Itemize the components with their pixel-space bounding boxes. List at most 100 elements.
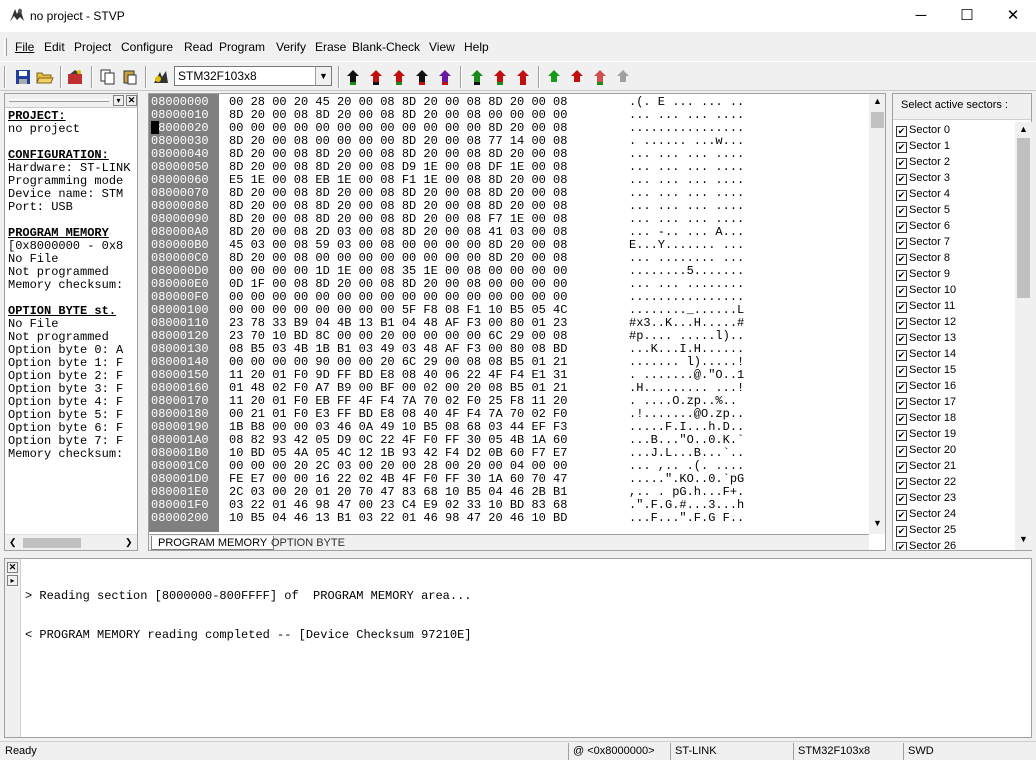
sector-item[interactable]: ✔ Sector 9 bbox=[896, 266, 950, 282]
read-data-icon[interactable] bbox=[434, 66, 456, 88]
sector-checkbox[interactable]: ✔ bbox=[896, 478, 907, 489]
sector-item[interactable]: ✔ Sector 11 bbox=[896, 298, 955, 314]
verify-all-icon[interactable] bbox=[543, 66, 565, 88]
sector-checkbox[interactable]: ✔ bbox=[896, 430, 907, 441]
sector-item[interactable]: ✔ Sector 5 bbox=[896, 202, 950, 218]
program-icon[interactable] bbox=[489, 66, 511, 88]
menu-file[interactable]: File bbox=[15, 40, 34, 54]
sector-item[interactable]: ✔ Sector 8 bbox=[896, 250, 950, 266]
sector-item[interactable]: ✔ Sector 1 bbox=[896, 138, 950, 154]
sector-checkbox[interactable]: ✔ bbox=[896, 222, 907, 233]
sector-checkbox[interactable]: ✔ bbox=[896, 142, 907, 153]
memory-hex-bytes[interactable]: 10 B5 04 46 13 B1 03 22 01 46 98 47 20 4… bbox=[229, 512, 567, 525]
sector-checkbox[interactable]: ✔ bbox=[896, 366, 907, 377]
sector-checkbox[interactable]: ✔ bbox=[896, 334, 907, 345]
chevron-down-icon[interactable]: ▼ bbox=[315, 67, 331, 85]
panel-menu-icon[interactable]: ▾ bbox=[113, 95, 124, 106]
menu-blank-check[interactable]: Blank-Check bbox=[352, 40, 420, 54]
read-icon[interactable] bbox=[365, 66, 387, 88]
verify-icon[interactable] bbox=[566, 66, 588, 88]
sector-checkbox[interactable]: ✔ bbox=[896, 398, 907, 409]
project-icon[interactable] bbox=[65, 66, 87, 88]
horizontal-scrollbar[interactable]: ❮ ❯ bbox=[5, 534, 137, 550]
sector-item[interactable]: ✔ Sector 17 bbox=[896, 394, 956, 410]
sector-item[interactable]: ✔ Sector 25 bbox=[896, 522, 956, 538]
scroll-up-icon[interactable]: ▲ bbox=[1019, 124, 1028, 134]
sector-item[interactable]: ✔ Sector 22 bbox=[896, 474, 956, 490]
sector-checkbox[interactable]: ✔ bbox=[896, 542, 907, 550]
sector-item[interactable]: ✔ Sector 23 bbox=[896, 490, 956, 506]
sector-checkbox[interactable]: ✔ bbox=[896, 126, 907, 137]
menu-erase[interactable]: Erase bbox=[315, 40, 346, 54]
sector-checkbox[interactable]: ✔ bbox=[896, 286, 907, 297]
sector-checkbox[interactable]: ✔ bbox=[896, 446, 907, 457]
sector-item[interactable]: ✔ Sector 24 bbox=[896, 506, 956, 522]
sector-item[interactable]: ✔ Sector 7 bbox=[896, 234, 950, 250]
maximize-button[interactable]: ☐ bbox=[944, 0, 990, 32]
sector-checkbox[interactable]: ✔ bbox=[896, 302, 907, 313]
menu-help[interactable]: Help bbox=[464, 40, 489, 54]
program-current-icon[interactable] bbox=[512, 66, 534, 88]
scroll-down-icon[interactable]: ▼ bbox=[1019, 534, 1028, 544]
sector-item[interactable]: ✔ Sector 6 bbox=[896, 218, 950, 234]
close-button[interactable]: ✕ bbox=[990, 0, 1036, 32]
sector-checkbox[interactable]: ✔ bbox=[896, 206, 907, 217]
sector-checkbox[interactable]: ✔ bbox=[896, 158, 907, 169]
sector-item[interactable]: ✔ Sector 0 bbox=[896, 122, 950, 138]
sector-item[interactable]: ✔ Sector 4 bbox=[896, 186, 950, 202]
sector-item[interactable]: ✔ Sector 12 bbox=[896, 314, 956, 330]
sector-checkbox[interactable]: ✔ bbox=[896, 238, 907, 249]
read-program-icon[interactable] bbox=[388, 66, 410, 88]
sector-checkbox[interactable]: ✔ bbox=[896, 174, 907, 185]
sector-checkbox[interactable]: ✔ bbox=[896, 350, 907, 361]
scroll-thumb[interactable] bbox=[23, 538, 81, 548]
sector-item[interactable]: ✔ Sector 19 bbox=[896, 426, 956, 442]
vertical-scrollbar[interactable]: ▲ ▼ bbox=[1015, 122, 1032, 550]
tab-option-byte[interactable]: OPTION BYTE bbox=[265, 536, 351, 550]
sector-checkbox[interactable]: ✔ bbox=[896, 382, 907, 393]
menu-project[interactable]: Project bbox=[74, 40, 111, 54]
save-icon[interactable] bbox=[12, 66, 34, 88]
minimize-button[interactable]: ─ bbox=[898, 0, 944, 32]
sector-checkbox[interactable]: ✔ bbox=[896, 414, 907, 425]
sector-item[interactable]: ✔ Sector 21 bbox=[896, 458, 956, 474]
scroll-left-icon[interactable]: ❮ bbox=[9, 537, 17, 548]
menu-verify[interactable]: Verify bbox=[276, 40, 306, 54]
read-option-icon[interactable] bbox=[411, 66, 433, 88]
sector-checkbox[interactable]: ✔ bbox=[896, 462, 907, 473]
program-all-icon[interactable] bbox=[466, 66, 488, 88]
scroll-up-icon[interactable]: ▲ bbox=[873, 96, 882, 106]
open-icon[interactable] bbox=[34, 66, 56, 88]
device-select[interactable]: STM32F103x8 ▼ bbox=[174, 66, 332, 86]
tab-program-memory[interactable]: PROGRAM MEMORY bbox=[151, 536, 275, 550]
panel-menu-icon[interactable]: ▸ bbox=[7, 575, 18, 586]
sector-item[interactable]: ✔ Sector 18 bbox=[896, 410, 956, 426]
sector-checkbox[interactable]: ✔ bbox=[896, 494, 907, 505]
scroll-thumb[interactable] bbox=[1017, 138, 1030, 298]
menu-view[interactable]: View bbox=[429, 40, 455, 54]
sector-checkbox[interactable]: ✔ bbox=[896, 318, 907, 329]
menu-program[interactable]: Program bbox=[219, 40, 265, 54]
sector-checkbox[interactable]: ✔ bbox=[896, 254, 907, 265]
sector-checkbox[interactable]: ✔ bbox=[896, 526, 907, 537]
sector-item[interactable]: ✔ Sector 13 bbox=[896, 330, 956, 346]
copy-icon[interactable] bbox=[97, 66, 119, 88]
sector-item[interactable]: ✔ Sector 26 bbox=[896, 538, 956, 550]
sector-item[interactable]: ✔ Sector 20 bbox=[896, 442, 956, 458]
read-all-icon[interactable] bbox=[342, 66, 364, 88]
sector-checkbox[interactable]: ✔ bbox=[896, 510, 907, 521]
sector-item[interactable]: ✔ Sector 14 bbox=[896, 346, 956, 362]
menu-read[interactable]: Read bbox=[184, 40, 213, 54]
verify-current-icon[interactable] bbox=[589, 66, 611, 88]
memory-hex-view[interactable]: 08000000 00 28 00 20 45 20 00 08 8D 20 00… bbox=[148, 93, 886, 551]
scroll-down-icon[interactable]: ▼ bbox=[873, 518, 882, 528]
panel-close-icon[interactable]: ✕ bbox=[126, 95, 137, 106]
vertical-scrollbar[interactable]: ▲ ▼ bbox=[869, 94, 885, 534]
sector-item[interactable]: ✔ Sector 10 bbox=[896, 282, 956, 298]
sector-checkbox[interactable]: ✔ bbox=[896, 270, 907, 281]
sector-item[interactable]: ✔ Sector 16 bbox=[896, 378, 956, 394]
sector-item[interactable]: ✔ Sector 2 bbox=[896, 154, 950, 170]
menu-configure[interactable]: Configure bbox=[121, 40, 173, 54]
paste-icon[interactable] bbox=[119, 66, 141, 88]
sector-checkbox[interactable]: ✔ bbox=[896, 190, 907, 201]
